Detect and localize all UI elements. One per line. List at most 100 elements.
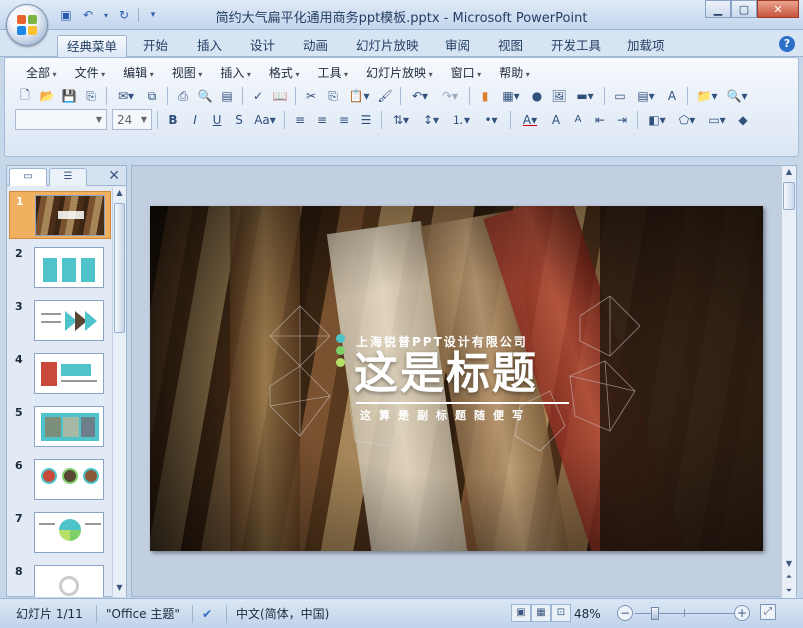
- slideshow-view-button[interactable]: ⊡: [551, 604, 571, 622]
- scroll-up-icon[interactable]: ▲: [113, 188, 126, 201]
- textbox-icon[interactable]: A: [662, 86, 682, 106]
- menu-slideshow[interactable]: 幻灯片放映: [357, 64, 442, 82]
- copy-icon[interactable]: ⎘: [323, 86, 343, 106]
- zoom-level[interactable]: 48%: [574, 605, 601, 623]
- zoom-slider-track[interactable]: [635, 613, 735, 614]
- scrollbar-thumb[interactable]: [114, 203, 125, 333]
- menu-all[interactable]: 全部: [17, 64, 66, 82]
- next-slide-icon[interactable]: ⏷: [782, 586, 796, 596]
- zoom-out-icon[interactable]: −: [617, 605, 633, 621]
- shapes-icon[interactable]: ⬠▾: [673, 110, 701, 130]
- font-name-combo[interactable]: ▼: [15, 109, 107, 130]
- tab-home[interactable]: 开始: [134, 35, 177, 57]
- zoom-slider-thumb[interactable]: [651, 607, 659, 620]
- help-icon[interactable]: ?: [779, 36, 795, 52]
- normal-view-button[interactable]: ▣: [511, 604, 531, 622]
- justify-icon[interactable]: ☰: [356, 110, 376, 130]
- layout-icon[interactable]: ▤▾: [632, 86, 660, 106]
- slide-thumbnail[interactable]: 7: [9, 509, 111, 557]
- spell-check-icon[interactable]: ✔: [202, 605, 212, 623]
- tab-developer[interactable]: 开发工具: [542, 35, 610, 57]
- color-grayscale-icon[interactable]: ▬▾: [571, 86, 599, 106]
- slide-sorter-button[interactable]: ▦: [531, 604, 551, 622]
- thumbnail-scrollbar[interactable]: ▲ ▼: [112, 187, 126, 597]
- clip-art-icon[interactable]: ●: [527, 86, 547, 106]
- font-color-icon[interactable]: A▾: [516, 110, 544, 130]
- undo-icon[interactable]: ↶▾: [406, 86, 434, 106]
- menu-tools[interactable]: 工具: [308, 64, 357, 82]
- scroll-up-icon[interactable]: ▲: [782, 167, 796, 176]
- table-icon[interactable]: ▦▾: [497, 86, 525, 106]
- tab-design[interactable]: 设计: [241, 35, 284, 57]
- scrollbar-thumb[interactable]: [783, 182, 795, 210]
- slide-thumbnail[interactable]: 5: [9, 403, 111, 451]
- page-setup-icon[interactable]: ▤: [217, 86, 237, 106]
- text-direction-icon[interactable]: ⇅▾: [387, 110, 415, 130]
- menu-file[interactable]: 文件: [66, 64, 115, 82]
- permission-icon[interactable]: ✉▾: [112, 86, 140, 106]
- tab-slides[interactable]: ▭: [9, 168, 47, 186]
- new-document-icon[interactable]: 🗋: [15, 86, 35, 106]
- office-button[interactable]: [6, 4, 48, 46]
- menu-insert[interactable]: 插入: [211, 64, 260, 82]
- cut-icon[interactable]: ✂: [301, 86, 321, 106]
- slide-thumbnail[interactable]: 4: [9, 350, 111, 398]
- print-icon[interactable]: ⎙: [173, 86, 193, 106]
- bullets-icon[interactable]: •▾: [477, 110, 505, 130]
- previous-slide-icon[interactable]: ⏶: [782, 572, 796, 582]
- zoom-in-icon[interactable]: +: [734, 605, 750, 621]
- tab-view[interactable]: 视图: [489, 35, 532, 57]
- scroll-down-icon[interactable]: ▼: [782, 559, 796, 568]
- change-case-icon[interactable]: Aa▾: [251, 110, 279, 130]
- menu-help[interactable]: 帮助: [490, 64, 539, 82]
- align-right-icon[interactable]: ≡: [334, 110, 354, 130]
- align-center-icon[interactable]: ≡: [312, 110, 332, 130]
- folder-icon[interactable]: 📁▾: [693, 86, 721, 106]
- tab-slideshow[interactable]: 幻灯片放映: [347, 35, 428, 57]
- slide-title[interactable]: 这是标题: [354, 348, 538, 400]
- underline-icon[interactable]: U: [207, 110, 227, 130]
- tab-insert[interactable]: 插入: [188, 35, 231, 57]
- slide-thumbnail[interactable]: 2: [9, 244, 111, 292]
- language-indicator[interactable]: 中文(简体，中国): [236, 605, 329, 623]
- spelling-icon[interactable]: ✓: [248, 86, 268, 106]
- close-icon[interactable]: ✕: [108, 168, 120, 184]
- slide-scrollbar[interactable]: ▲ ▼ ⏶ ⏷: [781, 166, 796, 598]
- current-slide[interactable]: 上海锐普PPT设计有限公司 这是标题 这算是副标题随便写: [150, 206, 763, 551]
- menu-view[interactable]: 视图: [163, 64, 212, 82]
- maximize-button[interactable]: ▢: [731, 0, 757, 18]
- print-preview-icon[interactable]: 🔍: [195, 86, 215, 106]
- grow-font-icon[interactable]: A: [546, 110, 566, 130]
- font-size-combo[interactable]: 24 ▼: [112, 109, 152, 130]
- tab-outline[interactable]: ☰: [49, 168, 87, 186]
- open-folder-icon[interactable]: 📂: [37, 86, 57, 106]
- menu-edit[interactable]: 编辑: [114, 64, 163, 82]
- menu-window[interactable]: 窗口: [442, 64, 491, 82]
- tab-classic-menu[interactable]: 经典菜单: [57, 35, 128, 57]
- tab-animation[interactable]: 动画: [294, 35, 337, 57]
- bold-icon[interactable]: B: [163, 110, 183, 130]
- slide-subtitle[interactable]: 这算是副标题随便写: [360, 407, 531, 423]
- increase-indent-icon[interactable]: ⇥: [612, 110, 632, 130]
- fit-to-window-icon[interactable]: ⤢: [760, 604, 776, 620]
- menu-format[interactable]: 格式: [260, 64, 309, 82]
- close-button[interactable]: ✕: [757, 0, 799, 18]
- shadow-icon[interactable]: S: [229, 110, 249, 130]
- slide-thumbnail[interactable]: 6: [9, 456, 111, 504]
- redo-icon[interactable]: ↷▾: [436, 86, 464, 106]
- new-slide-icon[interactable]: ▭: [610, 86, 630, 106]
- save-icon[interactable]: 💾: [59, 86, 79, 106]
- minimize-button[interactable]: ▁: [705, 0, 731, 18]
- slide-thumbnail[interactable]: 3: [9, 297, 111, 345]
- decrease-indent-icon[interactable]: ⇤: [590, 110, 610, 130]
- save-as-pdf-icon[interactable]: ⎘: [81, 86, 101, 106]
- scroll-down-icon[interactable]: ▼: [113, 583, 126, 596]
- line-spacing-icon[interactable]: ↕▾: [417, 110, 445, 130]
- slide-thumbnail[interactable]: 8: [9, 562, 111, 597]
- research-icon[interactable]: ⧉: [142, 86, 162, 106]
- format-painter-icon[interactable]: 🖌: [375, 86, 395, 106]
- shape-style-icon[interactable]: ▭▾: [703, 110, 731, 130]
- slide-thumbnail[interactable]: 1: [9, 191, 111, 239]
- chart-icon[interactable]: ▮: [475, 86, 495, 106]
- align-left-icon[interactable]: ≡: [290, 110, 310, 130]
